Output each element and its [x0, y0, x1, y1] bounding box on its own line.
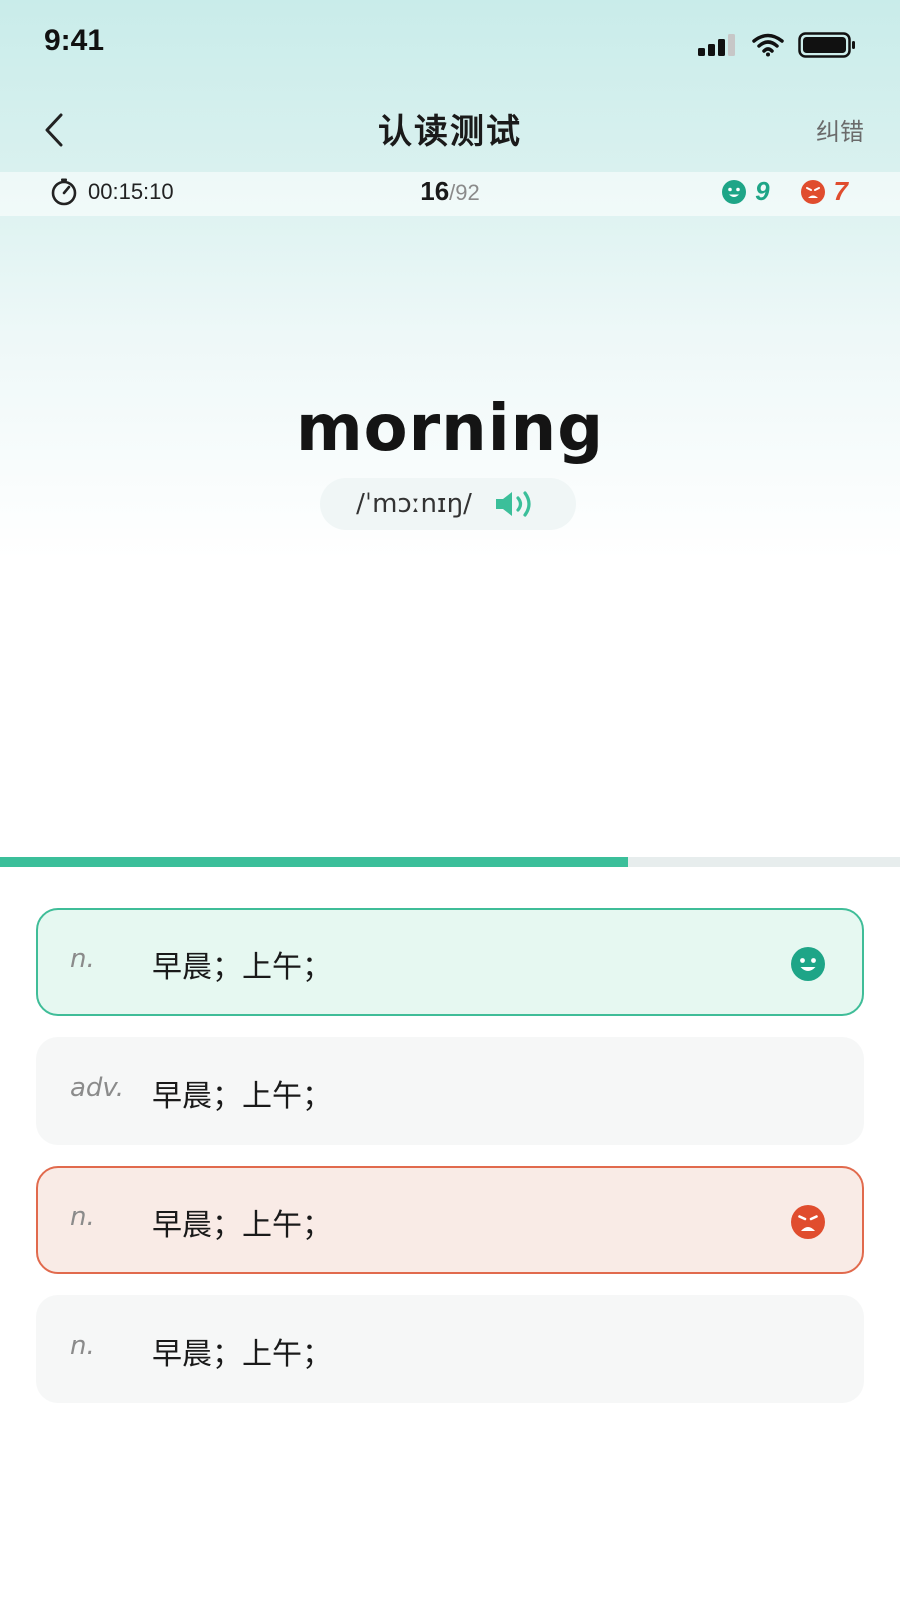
part-of-speech: n.	[70, 944, 95, 974]
play-audio-button[interactable]	[494, 489, 540, 519]
report-error-button[interactable]: 纠错	[816, 112, 864, 147]
part-of-speech: n.	[70, 1202, 95, 1232]
option-meaning: 早晨；上午；	[152, 1337, 332, 1372]
status-icons	[698, 32, 856, 58]
status-time: 9:41	[44, 24, 105, 57]
happy-face-icon	[791, 947, 825, 981]
pronunciation-pill: /ˈmɔːnɪŋ/	[320, 478, 576, 530]
part-of-speech: adv.	[70, 1073, 124, 1103]
progress-fill	[0, 857, 629, 867]
total-questions: 92	[455, 180, 480, 205]
wrong-count: 7	[833, 176, 848, 206]
answer-option[interactable]: n. 早晨；上午；	[36, 1295, 864, 1403]
wifi-icon	[752, 33, 784, 57]
score-summary: 9 7	[721, 176, 848, 207]
vocabulary-word: morning	[295, 392, 605, 466]
signal-icon	[698, 34, 735, 56]
part-of-speech: n.	[70, 1331, 95, 1361]
correct-count: 9	[755, 176, 770, 206]
option-meaning: 早晨；上午；	[152, 1079, 332, 1114]
navigation-bar: 认读测试 纠错	[0, 90, 900, 170]
happy-face-icon	[722, 179, 747, 204]
progress-track	[0, 857, 900, 867]
sad-face-icon	[791, 1205, 825, 1239]
status-bar: 9:41	[0, 0, 900, 90]
wrong-score: 7	[800, 176, 848, 207]
phonetic-text: /ˈmɔːnɪŋ/	[356, 489, 472, 519]
correct-score: 9	[721, 176, 770, 207]
option-meaning: 早晨；上午；	[152, 950, 332, 985]
page-title: 认读测试	[378, 112, 522, 152]
answer-option[interactable]: adv. 早晨；上午；	[36, 1037, 864, 1145]
option-meaning: 早晨；上午；	[152, 1208, 332, 1243]
answer-options: n. 早晨；上午； adv. 早晨；上午； n. 早晨；上午； n. 早晨；上午…	[36, 908, 864, 1424]
answer-option[interactable]: n. 早晨；上午；	[36, 908, 864, 1016]
current-question: 16	[420, 176, 450, 206]
sad-face-icon	[800, 179, 825, 204]
speaker-icon	[495, 491, 531, 517]
answer-option[interactable]: n. 早晨；上午；	[36, 1166, 864, 1274]
stats-bar: 00:15:10 16/92 9 7	[0, 172, 900, 216]
battery-icon	[798, 32, 855, 58]
